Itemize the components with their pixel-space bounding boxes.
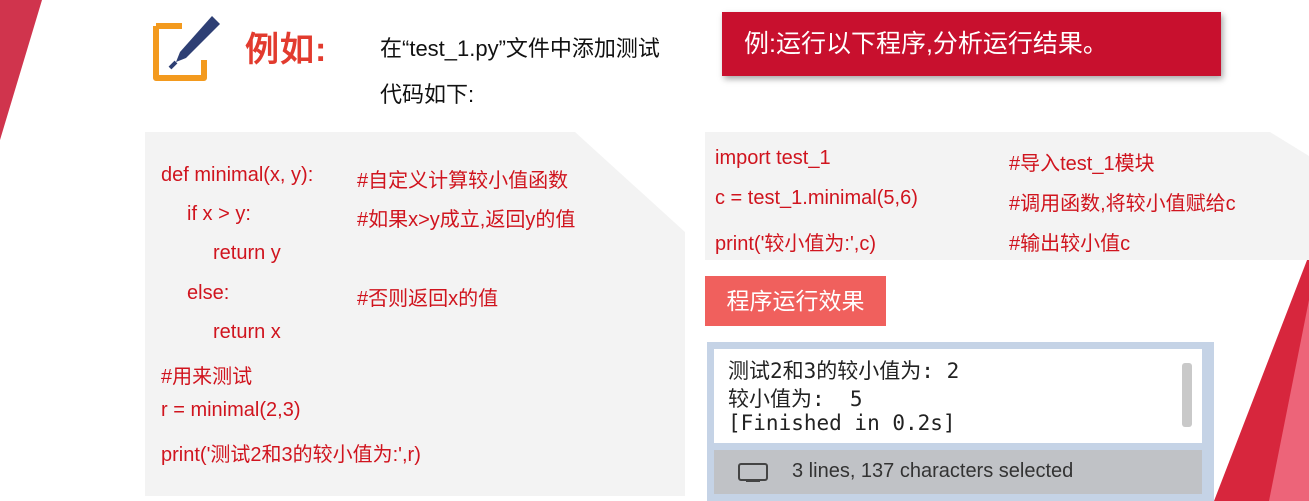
code-line: else: xyxy=(187,282,230,304)
corner-decoration-left xyxy=(0,0,42,140)
code-comment: #如果x>y成立,返回y的值 xyxy=(357,209,576,231)
code-comment: #自定义计算较小值函数 xyxy=(357,170,569,192)
monitor-icon[interactable] xyxy=(738,463,768,483)
intro-text: 在“test_1.py”文件中添加测试代码如下: xyxy=(380,36,660,107)
code-line: import test_1 xyxy=(715,147,831,169)
console-line: 较小值为: 5 xyxy=(728,387,863,411)
code-comment: #否则返回x的值 xyxy=(357,288,499,310)
code-line: return x xyxy=(213,321,281,343)
run-effect-label: 程序运行效果 xyxy=(705,276,886,326)
code-line: print('测试2和3的较小值为:',r) xyxy=(161,444,421,466)
code-line: #用来测试 xyxy=(161,366,253,388)
corner-decoration-right-light xyxy=(1269,300,1309,501)
code-line: print('较小值为:',c) xyxy=(715,233,876,255)
console-output[interactable]: 测试2和3的较小值为: 2 较小值为: 5 [Finished in 0.2s] xyxy=(714,349,1202,443)
code-line: c = test_1.minimal(5,6) xyxy=(715,187,918,209)
console-window: 测试2和3的较小值为: 2 较小值为: 5 [Finished in 0.2s]… xyxy=(707,342,1214,501)
page-title: 例如: xyxy=(245,31,328,69)
code-line: r = minimal(2,3) xyxy=(161,399,301,421)
code-panel-right: import test_1 #导入test_1模块 c = test_1.min… xyxy=(705,132,1309,260)
code-comment: #输出较小值c xyxy=(1009,233,1131,255)
code-line: def minimal(x, y): xyxy=(161,164,314,186)
console-line: [Finished in 0.2s] xyxy=(728,411,956,435)
code-line: return y xyxy=(213,242,281,264)
console-line: 测试2和3的较小值为: 2 xyxy=(728,359,960,383)
code-comment: #调用函数,将较小值赋给c xyxy=(1009,193,1236,215)
status-text: 3 lines, 137 characters selected xyxy=(792,460,1074,482)
status-bar: 3 lines, 137 characters selected xyxy=(714,450,1202,494)
pen-paper-icon xyxy=(153,16,220,81)
console-scrollbar[interactable] xyxy=(1182,363,1192,427)
code-line: if x > y: xyxy=(187,203,251,225)
code-comment: #导入test_1模块 xyxy=(1009,153,1155,175)
code-panel-left: def minimal(x, y): #自定义计算较小值函数 if x > y:… xyxy=(145,132,685,496)
example-banner: 例:运行以下程序,分析运行结果。 xyxy=(722,12,1221,76)
